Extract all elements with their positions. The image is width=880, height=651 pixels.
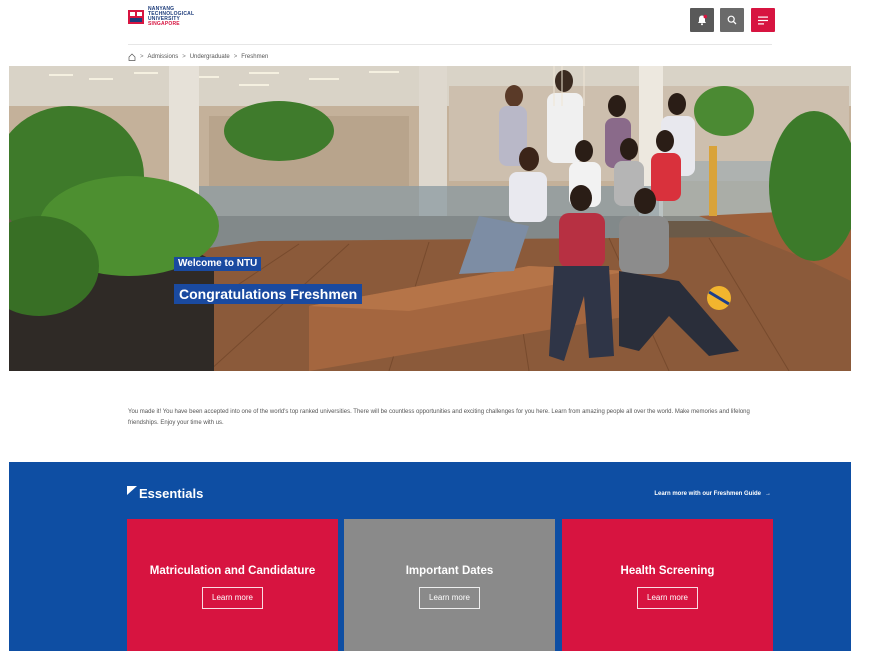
learn-more-button[interactable]: Learn more: [419, 587, 480, 609]
breadcrumb-item-freshmen: Freshmen: [241, 54, 269, 60]
logo-line-4: SINGAPORE: [148, 21, 180, 27]
essentials-heading: Essentials: [127, 486, 203, 501]
hero-photo: [9, 66, 851, 371]
card-matriculation[interactable]: Matriculation and Candidature Learn more: [127, 519, 338, 651]
learn-more-button[interactable]: Learn more: [202, 587, 263, 609]
ntu-crest-icon: [128, 10, 144, 24]
intro-text: You made it! You have been accepted into…: [128, 409, 750, 426]
notifications-button[interactable]: [690, 8, 714, 32]
breadcrumb: > Admissions > Undergraduate > Freshmen: [128, 51, 268, 63]
card-title: Important Dates: [405, 565, 494, 577]
card-title: Matriculation and Candidature: [149, 565, 316, 577]
hamburger-menu-icon: [758, 16, 768, 24]
breadcrumb-separator: >: [140, 54, 144, 60]
bell-icon: [698, 14, 708, 26]
ntu-logo[interactable]: NANYANG TECHNOLOGICAL UNIVERSITY SINGAPO…: [128, 7, 194, 27]
essentials-title: Essentials: [139, 486, 204, 501]
arrow-right-icon: →: [765, 491, 771, 497]
hero-title: Congratulations Freshmen: [174, 284, 363, 304]
hero-banner: Welcome to NTU Congratulations Freshmen: [9, 66, 851, 371]
freshmen-guide-link[interactable]: Learn more with our Freshmen Guide →: [654, 491, 771, 497]
breadcrumb-separator: >: [182, 54, 186, 60]
freshmen-guide-link-label: Learn more with our Freshmen Guide: [654, 491, 761, 497]
header-divider: [128, 44, 772, 45]
search-button[interactable]: [720, 8, 744, 32]
breadcrumb-separator: >: [233, 54, 238, 60]
card-important-dates[interactable]: Important Dates Learn more: [344, 519, 555, 651]
search-icon: [727, 15, 737, 25]
flag-triangle-icon: [127, 486, 137, 495]
menu-button[interactable]: [751, 8, 775, 32]
site-header: NANYANG TECHNOLOGICAL UNIVERSITY SINGAPO…: [0, 0, 880, 45]
essentials-section: Essentials Learn more with our Freshmen …: [9, 462, 851, 651]
page: NANYANG TECHNOLOGICAL UNIVERSITY SINGAPO…: [0, 0, 880, 651]
card-health-screening[interactable]: Health Screening Learn more: [562, 519, 773, 651]
home-icon[interactable]: [128, 53, 136, 61]
breadcrumb-item-undergraduate[interactable]: Undergraduate: [190, 54, 230, 60]
card-title: Health Screening: [620, 565, 715, 577]
learn-more-button[interactable]: Learn more: [637, 587, 698, 609]
hero-kicker: Welcome to NTU: [174, 257, 262, 271]
breadcrumb-item-admissions[interactable]: Admissions: [148, 54, 179, 60]
